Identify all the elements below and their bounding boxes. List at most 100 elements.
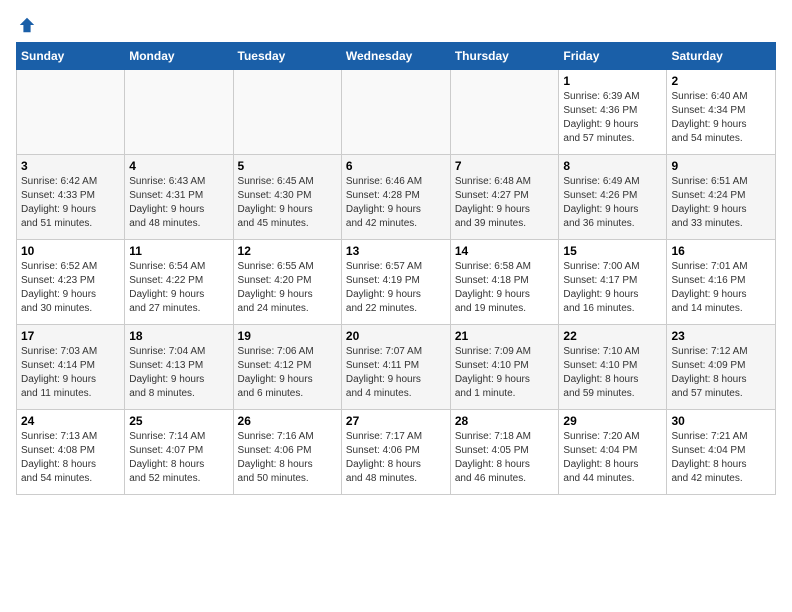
day-info: Sunrise: 7:07 AM Sunset: 4:11 PM Dayligh… <box>346 345 446 401</box>
calendar-cell: 25 Sunrise: 7:14 AM Sunset: 4:07 PM Dayli… <box>125 410 233 495</box>
weekday-header-friday: Friday <box>559 43 667 70</box>
calendar-week-row: 3 Sunrise: 6:42 AM Sunset: 4:33 PM Daylig… <box>17 155 776 240</box>
day-info: Sunrise: 6:45 AM Sunset: 4:30 PM Dayligh… <box>238 175 337 231</box>
weekday-header-saturday: Saturday <box>667 43 776 70</box>
calendar-cell: 8 Sunrise: 6:49 AM Sunset: 4:26 PM Daylig… <box>559 155 667 240</box>
day-number: 20 <box>346 329 446 343</box>
day-number: 16 <box>671 244 771 258</box>
day-number: 8 <box>563 159 662 173</box>
day-info: Sunrise: 7:16 AM Sunset: 4:06 PM Dayligh… <box>238 430 337 486</box>
calendar-cell: 11 Sunrise: 6:54 AM Sunset: 4:22 PM Dayli… <box>125 240 233 325</box>
day-number: 21 <box>455 329 555 343</box>
calendar-cell: 23 Sunrise: 7:12 AM Sunset: 4:09 PM Dayli… <box>667 325 776 410</box>
day-info: Sunrise: 7:21 AM Sunset: 4:04 PM Dayligh… <box>671 430 771 486</box>
day-number: 30 <box>671 414 771 428</box>
day-info: Sunrise: 7:09 AM Sunset: 4:10 PM Dayligh… <box>455 345 555 401</box>
day-number: 7 <box>455 159 555 173</box>
calendar-cell: 18 Sunrise: 7:04 AM Sunset: 4:13 PM Dayli… <box>125 325 233 410</box>
calendar-cell: 16 Sunrise: 7:01 AM Sunset: 4:16 PM Dayli… <box>667 240 776 325</box>
calendar-cell <box>125 70 233 155</box>
calendar-cell: 6Sunrise: 6:46 AM Sunset: 4:28 PM Daylig… <box>341 155 450 240</box>
calendar-cell: 21 Sunrise: 7:09 AM Sunset: 4:10 PM Dayli… <box>450 325 559 410</box>
day-number: 4 <box>129 159 228 173</box>
calendar-cell: 19 Sunrise: 7:06 AM Sunset: 4:12 PM Dayli… <box>233 325 341 410</box>
day-info: Sunrise: 7:00 AM Sunset: 4:17 PM Dayligh… <box>563 260 662 316</box>
day-number: 6 <box>346 159 446 173</box>
calendar-cell: 17 Sunrise: 7:03 AM Sunset: 4:14 PM Dayli… <box>17 325 125 410</box>
weekday-header-wednesday: Wednesday <box>341 43 450 70</box>
calendar-cell: 12 Sunrise: 6:55 AM Sunset: 4:20 PM Dayli… <box>233 240 341 325</box>
day-info: Sunrise: 6:57 AM Sunset: 4:19 PM Dayligh… <box>346 260 446 316</box>
calendar-week-row: 1 Sunrise: 6:39 AM Sunset: 4:36 PM Daylig… <box>17 70 776 155</box>
day-info: Sunrise: 6:55 AM Sunset: 4:20 PM Dayligh… <box>238 260 337 316</box>
day-info: Sunrise: 6:51 AM Sunset: 4:24 PM Dayligh… <box>671 175 771 231</box>
day-info: Sunrise: 7:03 AM Sunset: 4:14 PM Dayligh… <box>21 345 120 401</box>
day-info: Sunrise: 7:06 AM Sunset: 4:12 PM Dayligh… <box>238 345 337 401</box>
day-info: Sunrise: 6:54 AM Sunset: 4:22 PM Dayligh… <box>129 260 228 316</box>
day-number: 1 <box>563 74 662 88</box>
day-info: Sunrise: 7:01 AM Sunset: 4:16 PM Dayligh… <box>671 260 771 316</box>
day-info: Sunrise: 6:42 AM Sunset: 4:33 PM Dayligh… <box>21 175 120 231</box>
day-number: 18 <box>129 329 228 343</box>
day-info: Sunrise: 7:04 AM Sunset: 4:13 PM Dayligh… <box>129 345 228 401</box>
calendar-cell: 24Sunrise: 7:13 AM Sunset: 4:08 PM Dayli… <box>17 410 125 495</box>
day-number: 14 <box>455 244 555 258</box>
calendar-cell: 14 Sunrise: 6:58 AM Sunset: 4:18 PM Dayli… <box>450 240 559 325</box>
weekday-header-row: SundayMondayTuesdayWednesdayThursdayFrid… <box>17 43 776 70</box>
day-number: 10 <box>21 244 120 258</box>
day-number: 12 <box>238 244 337 258</box>
day-info: Sunrise: 7:18 AM Sunset: 4:05 PM Dayligh… <box>455 430 555 486</box>
day-number: 28 <box>455 414 555 428</box>
day-number: 19 <box>238 329 337 343</box>
day-number: 13 <box>346 244 446 258</box>
calendar-cell <box>341 70 450 155</box>
calendar-cell: 29Sunrise: 7:20 AM Sunset: 4:04 PM Dayli… <box>559 410 667 495</box>
day-info: Sunrise: 7:10 AM Sunset: 4:10 PM Dayligh… <box>563 345 662 401</box>
day-number: 17 <box>21 329 120 343</box>
day-info: Sunrise: 6:58 AM Sunset: 4:18 PM Dayligh… <box>455 260 555 316</box>
day-number: 11 <box>129 244 228 258</box>
day-info: Sunrise: 6:49 AM Sunset: 4:26 PM Dayligh… <box>563 175 662 231</box>
calendar-week-row: 17 Sunrise: 7:03 AM Sunset: 4:14 PM Dayli… <box>17 325 776 410</box>
page-header <box>16 16 776 34</box>
day-number: 15 <box>563 244 662 258</box>
day-info: Sunrise: 6:43 AM Sunset: 4:31 PM Dayligh… <box>129 175 228 231</box>
day-info: Sunrise: 7:14 AM Sunset: 4:07 PM Dayligh… <box>129 430 228 486</box>
day-info: Sunrise: 6:39 AM Sunset: 4:36 PM Dayligh… <box>563 90 662 146</box>
logo <box>16 16 36 34</box>
day-info: Sunrise: 7:17 AM Sunset: 4:06 PM Dayligh… <box>346 430 446 486</box>
calendar-cell: 7 Sunrise: 6:48 AM Sunset: 4:27 PM Daylig… <box>450 155 559 240</box>
day-number: 23 <box>671 329 771 343</box>
calendar-cell: 4 Sunrise: 6:43 AM Sunset: 4:31 PM Daylig… <box>125 155 233 240</box>
weekday-header-monday: Monday <box>125 43 233 70</box>
day-info: Sunrise: 7:12 AM Sunset: 4:09 PM Dayligh… <box>671 345 771 401</box>
day-number: 25 <box>129 414 228 428</box>
calendar-cell <box>450 70 559 155</box>
day-number: 22 <box>563 329 662 343</box>
day-number: 26 <box>238 414 337 428</box>
day-number: 5 <box>238 159 337 173</box>
calendar-cell: 27 Sunrise: 7:17 AM Sunset: 4:06 PM Dayli… <box>341 410 450 495</box>
calendar-cell: 2 Sunrise: 6:40 AM Sunset: 4:34 PM Daylig… <box>667 70 776 155</box>
calendar-cell: 20 Sunrise: 7:07 AM Sunset: 4:11 PM Dayli… <box>341 325 450 410</box>
calendar-cell: 1 Sunrise: 6:39 AM Sunset: 4:36 PM Daylig… <box>559 70 667 155</box>
calendar-cell <box>17 70 125 155</box>
day-info: Sunrise: 7:13 AM Sunset: 4:08 PM Dayligh… <box>21 430 120 486</box>
day-info: Sunrise: 6:52 AM Sunset: 4:23 PM Dayligh… <box>21 260 120 316</box>
calendar-cell: 13 Sunrise: 6:57 AM Sunset: 4:19 PM Dayli… <box>341 240 450 325</box>
calendar-cell: 28 Sunrise: 7:18 AM Sunset: 4:05 PM Dayli… <box>450 410 559 495</box>
day-info: Sunrise: 6:40 AM Sunset: 4:34 PM Dayligh… <box>671 90 771 146</box>
calendar-week-row: 10 Sunrise: 6:52 AM Sunset: 4:23 PM Dayli… <box>17 240 776 325</box>
calendar-cell: 3 Sunrise: 6:42 AM Sunset: 4:33 PM Daylig… <box>17 155 125 240</box>
day-number: 3 <box>21 159 120 173</box>
calendar-cell: 26 Sunrise: 7:16 AM Sunset: 4:06 PM Dayli… <box>233 410 341 495</box>
calendar-cell <box>233 70 341 155</box>
day-info: Sunrise: 6:48 AM Sunset: 4:27 PM Dayligh… <box>455 175 555 231</box>
calendar-cell: 10 Sunrise: 6:52 AM Sunset: 4:23 PM Dayli… <box>17 240 125 325</box>
day-number: 27 <box>346 414 446 428</box>
day-number: 2 <box>671 74 771 88</box>
calendar-table: SundayMondayTuesdayWednesdayThursdayFrid… <box>16 42 776 495</box>
calendar-cell: 30 Sunrise: 7:21 AM Sunset: 4:04 PM Dayli… <box>667 410 776 495</box>
day-info: Sunrise: 7:20 AM Sunset: 4:04 PM Dayligh… <box>563 430 662 486</box>
logo-icon <box>18 16 36 34</box>
